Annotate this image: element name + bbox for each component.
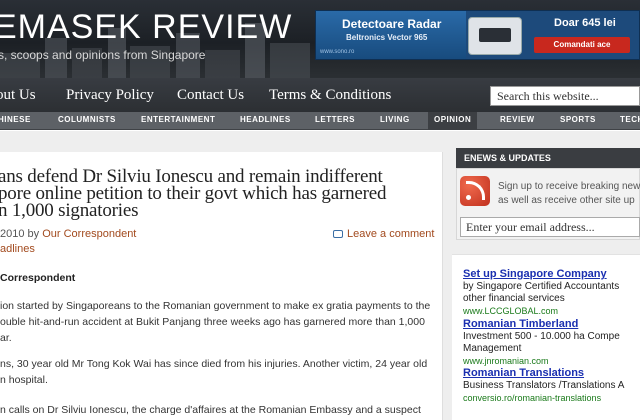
article-category-link[interactable]: adlines (0, 243, 35, 255)
category-headlines[interactable]: HEADLINES (240, 115, 291, 124)
paragraph-line: ns, 30 year old Mr Tong Kok Wai has sinc… (0, 358, 428, 370)
ad-description: Business Translators /Translations A (463, 380, 625, 391)
article-date: 2010 by (0, 228, 43, 240)
category-letters[interactable]: LETTERS (315, 115, 355, 124)
site-header: EMASEK REVIEW s, scoops and opinions fro… (0, 0, 640, 78)
rss-icon[interactable] (460, 176, 490, 206)
article-byline: Correspondent (0, 272, 76, 284)
category-columnists[interactable]: COLUMNISTS (58, 115, 116, 124)
ad-description: by Singapore Certified Accountants (463, 281, 620, 292)
nav-terms-conditions[interactable]: Terms & Conditions (269, 87, 391, 104)
ad-description: other financial services (463, 293, 565, 304)
sponsored-ad[interactable]: Romanian Timberland Investment 500 - 10.… (463, 318, 620, 367)
enews-text-line: as well as receive other site up (498, 195, 635, 206)
ad-banner-subtitle: Beltronics Vector 965 (346, 33, 428, 42)
article-title-line: n 1,000 signatories (0, 200, 139, 221)
article-meta: 2010 by Our Correspondent (0, 228, 136, 240)
ad-url[interactable]: www.jnromanian.com (463, 355, 620, 367)
category-sports[interactable]: SPORTS (560, 115, 596, 124)
radar-ad-banner[interactable]: Detectoare Radar Beltronics Vector 965 w… (315, 10, 640, 60)
paragraph-line: ouble hit-and-run accident at Bukit Panj… (0, 316, 425, 328)
site-title[interactable]: EMASEK REVIEW (0, 8, 292, 47)
paragraph-line: ion started by Singaporeans to the Roman… (0, 300, 431, 312)
nav-privacy-policy[interactable]: Privacy Policy (66, 87, 154, 104)
article-paragraph: n calls on Dr Silviu Ionescu, the charge… (0, 402, 440, 418)
category-living[interactable]: LIVING (380, 115, 410, 124)
sponsored-ad[interactable]: Set up Singapore Company by Singapore Ce… (463, 268, 619, 317)
paragraph-line: n hospital. (0, 374, 48, 386)
ad-description: Management (463, 343, 522, 354)
category-entertainment[interactable]: ENTERTAINMENT (141, 115, 215, 124)
article-paragraph: ns, 30 year old Mr Tong Kok Wai has sinc… (0, 356, 440, 388)
ad-title-link[interactable]: Romanian Translations (463, 367, 624, 380)
article-paragraph: ion started by Singaporeans to the Roman… (0, 298, 440, 346)
enews-description: Sign up to receive breaking new as well … (498, 180, 640, 208)
enews-heading: ENEWS & UPDATES (456, 148, 640, 168)
nav-contact-us[interactable]: Contact Us (177, 87, 244, 104)
comment-bubble-icon (333, 230, 343, 238)
category-nav: HINESE COLUMNISTS ENTERTAINMENT HEADLINE… (0, 112, 640, 130)
category-review[interactable]: REVIEW (500, 115, 535, 124)
search-input[interactable]: Search this website... (490, 86, 640, 106)
ad-title-link[interactable]: Set up Singapore Company (463, 268, 619, 281)
ad-title-link[interactable]: Romanian Timberland (463, 318, 620, 331)
enews-text-line: Sign up to receive breaking new (498, 181, 640, 192)
paragraph-line: n calls on Dr Silviu Ionescu, the charge… (0, 404, 421, 416)
paragraph-line: ar. (0, 332, 12, 344)
ad-banner-order-button[interactable]: Comandati ace (534, 37, 630, 53)
leave-comment-link[interactable]: Leave a comment (333, 228, 434, 240)
leave-comment-label: Leave a comment (347, 228, 435, 240)
article-title[interactable]: ans defend Dr Silviu Ionescu and remain … (0, 167, 440, 221)
ad-description: Investment 500 - 10.000 ha Compe (463, 331, 620, 342)
ad-url[interactable]: www.LCCGLOBAL.com (463, 305, 619, 317)
category-opinion[interactable]: OPINION (428, 112, 478, 130)
category-tech[interactable]: TECH (620, 115, 640, 124)
sponsored-ad[interactable]: Romanian Translations Business Translato… (463, 367, 624, 404)
category-chinese[interactable]: HINESE (0, 115, 31, 124)
ad-url[interactable]: conversio.ro/romanian-translations (463, 392, 624, 404)
ad-banner-url: www.sono.ro (320, 49, 355, 55)
ad-banner-price: Doar 645 lei (554, 17, 616, 29)
email-input[interactable]: Enter your email address... (460, 217, 640, 237)
radar-device-image (468, 17, 522, 55)
article-author-link[interactable]: Our Correspondent (42, 228, 136, 240)
ad-banner-title: Detectoare Radar (342, 17, 442, 31)
site-tagline: s, scoops and opinions from Singapore (0, 48, 206, 62)
nav-about-us[interactable]: out Us (0, 87, 36, 104)
